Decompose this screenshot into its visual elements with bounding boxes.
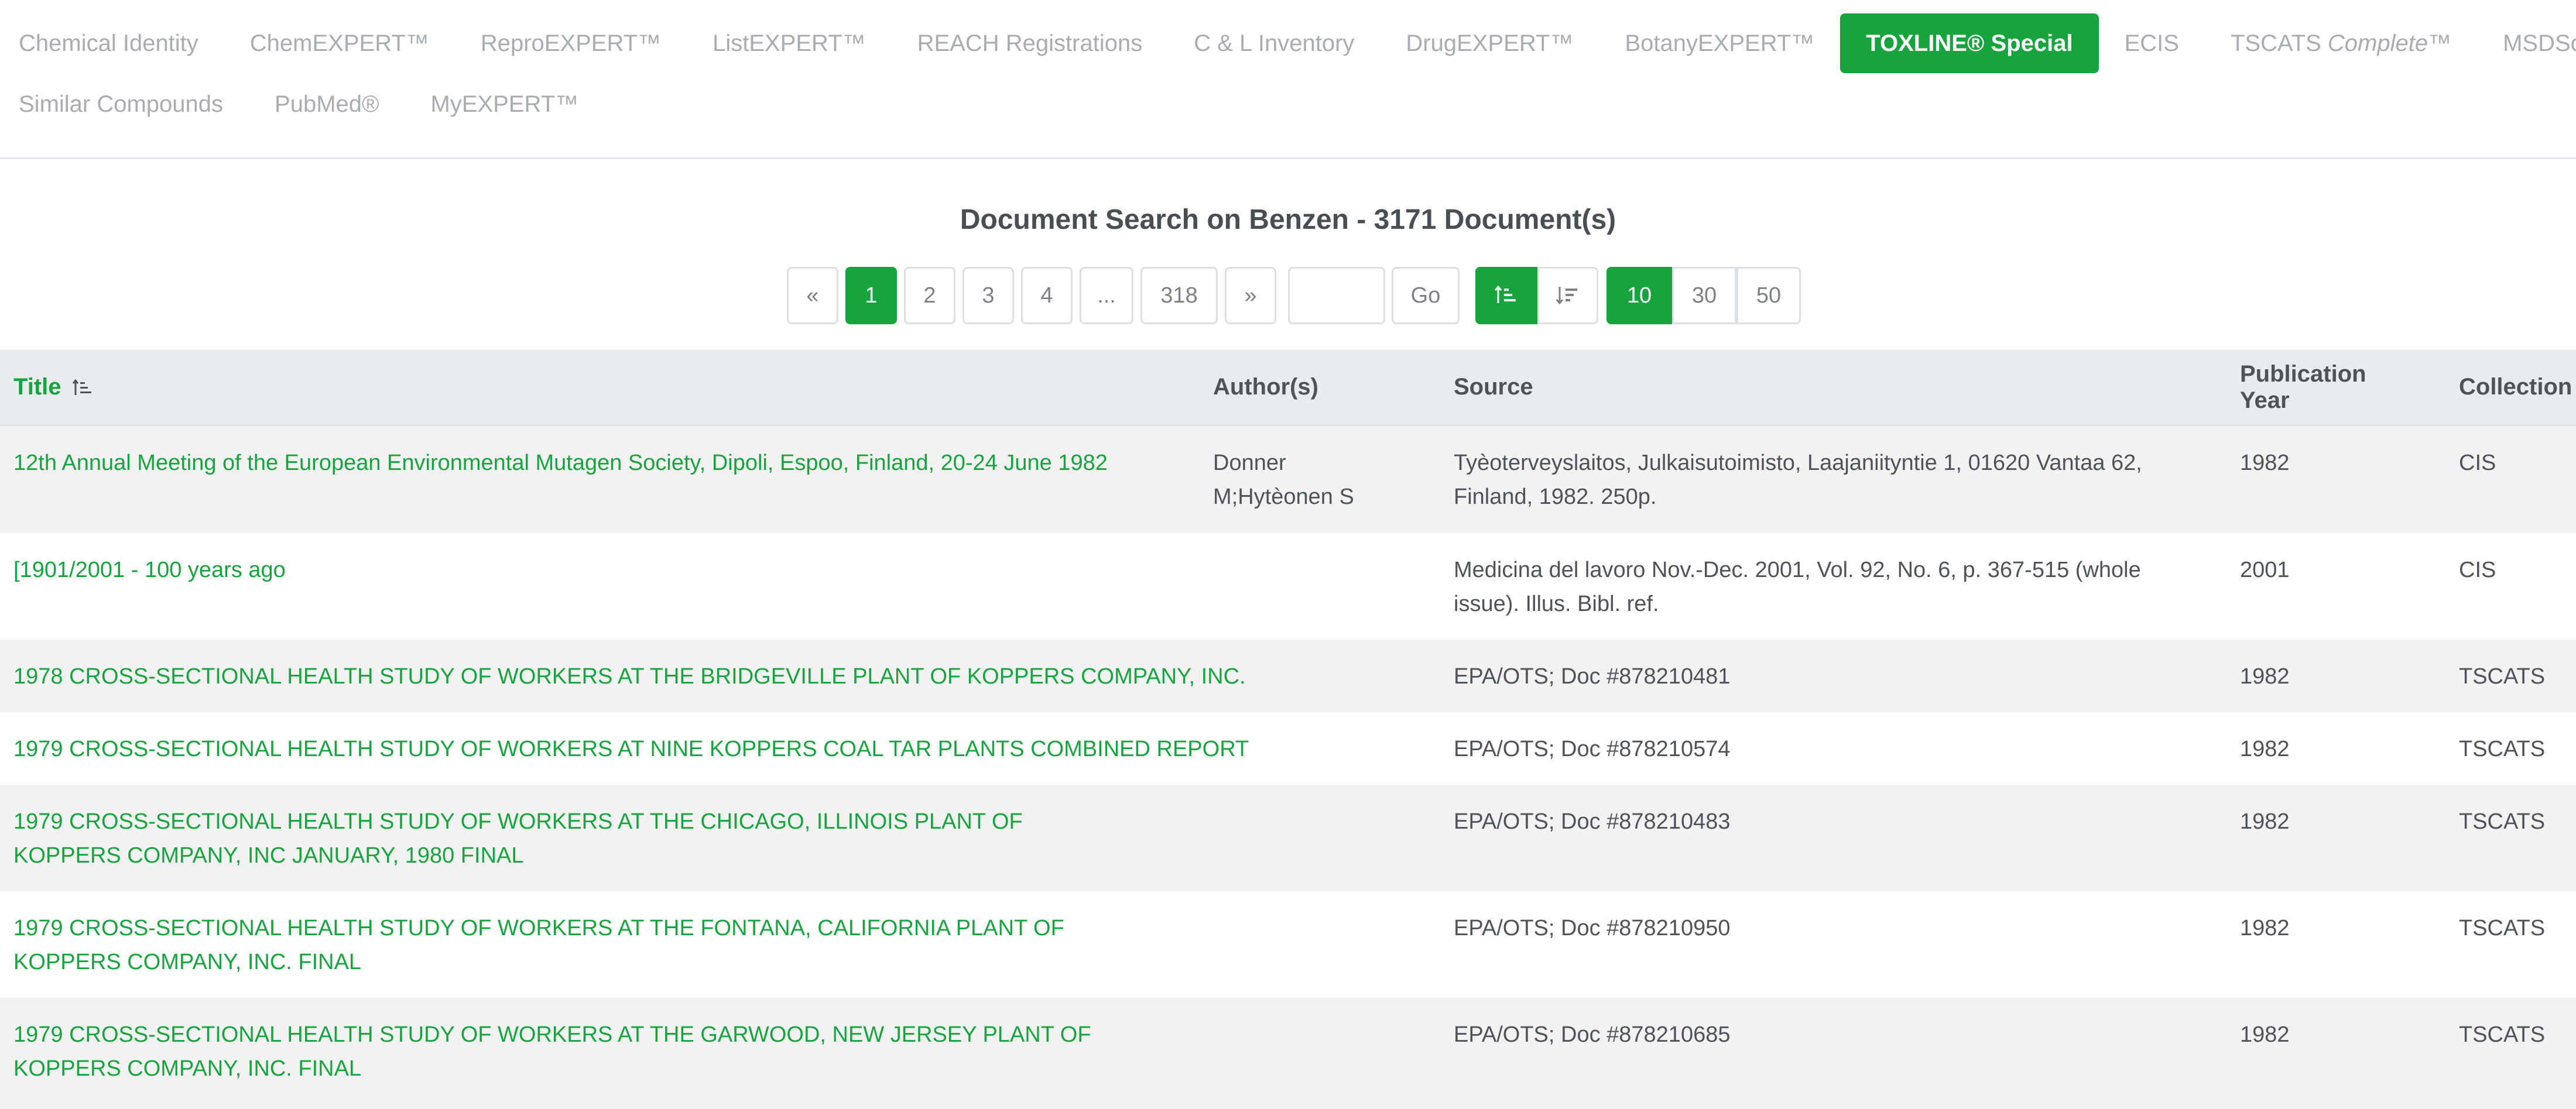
row-source: EPA/OTS; Doc #878210685 <box>1454 1022 1731 1047</box>
row-title-link[interactable]: 1979 CROSS-SECTIONAL HEALTH STUDY OF WOR… <box>13 785 1091 873</box>
sort-ascending-icon <box>72 379 91 396</box>
row-source: EPA/OTS; Doc #878210574 <box>1454 737 1731 761</box>
tab-similar-compounds[interactable]: Similar Compounds <box>0 74 249 134</box>
pagination-page-button[interactable]: 3 <box>962 267 1014 324</box>
pagination-page-button[interactable]: 2 <box>904 267 955 324</box>
row-title-link[interactable]: 12th Annual Meeting of the European Envi… <box>13 426 1202 480</box>
row-title-link[interactable]: 1978 CROSS-SECTIONAL HEALTH STUDY OF WOR… <box>13 640 1246 693</box>
row-year: 1982 <box>2240 451 2290 475</box>
row-year: 1982 <box>2240 809 2290 834</box>
row-source: EPA/OTS; Doc #878210950 <box>1454 916 1731 940</box>
tab-botanyexpert[interactable]: BotanyEXPERT™ <box>1599 13 1840 73</box>
tab-tscats-complete[interactable]: TSCATS Complete ™ <box>2205 13 2477 73</box>
table-header: Title Author(s) Source Publication Year … <box>0 350 2576 426</box>
page-size-group: 10 30 50 <box>1606 267 1801 324</box>
row-collection: CIS <box>2459 558 2496 582</box>
row-authors <box>1213 998 1389 1018</box>
pagination-next-button[interactable]: » <box>1225 267 1276 324</box>
row-authors <box>1213 533 1389 553</box>
tab-pubmed[interactable]: PubMed® <box>249 74 405 134</box>
tab-tscats-label-b: Complete <box>2327 30 2428 56</box>
pagination-last-page-button[interactable]: 318 <box>1140 267 1218 324</box>
row-title-link[interactable]: 1979 CROSS-SECTIONAL HEALTH STUDY OF WOR… <box>13 891 1138 979</box>
nav-row-1: Chemical Identity ChemEXPERT™ ReproEXPER… <box>0 13 2576 74</box>
row-title-link[interactable]: 1979 CROSS-SECTIONAL HEALTH STUDY OF WOR… <box>13 998 1149 1086</box>
tab-tscats-label-c: ™ <box>2428 30 2452 56</box>
results-table: Title Author(s) Source Publication Year … <box>0 350 2576 1109</box>
sort-ascending-icon <box>1495 286 1516 303</box>
top-navigation: Chemical Identity ChemEXPERT™ ReproEXPER… <box>0 0 2576 159</box>
row-year: 1982 <box>2240 664 2290 689</box>
page-size-50-button[interactable]: 50 <box>1736 267 1801 324</box>
page-number-input[interactable] <box>1288 267 1385 324</box>
row-authors: Donner M;Hytèonen S <box>1213 451 1354 509</box>
row-source: Tyèoterveyslaitos, Julkaisutoimisto, Laa… <box>1454 451 2142 509</box>
go-button[interactable]: Go <box>1392 267 1460 324</box>
column-header-collection[interactable]: Collection <box>2459 374 2576 400</box>
tab-reproexpert[interactable]: ReproEXPERT™ <box>455 13 687 73</box>
tab-ecis[interactable]: ECIS <box>2099 13 2205 73</box>
pagination-page-button[interactable]: 1 <box>845 267 897 324</box>
tab-toxline-special[interactable]: TOXLINE® Special <box>1840 13 2099 73</box>
row-collection: TSCATS <box>2459 1022 2546 1047</box>
tab-tscats-label-a: TSCATS <box>2230 30 2328 56</box>
page-title: Document Search on Benzen - 3171 Documen… <box>960 204 1616 235</box>
sort-ascending-button[interactable] <box>1475 267 1537 324</box>
row-collection: TSCATS <box>2459 664 2546 689</box>
tab-chemical-identity[interactable]: Chemical Identity <box>0 13 224 73</box>
column-header-source[interactable]: Source <box>1454 374 2186 400</box>
pagination-prev-button[interactable]: « <box>787 267 838 324</box>
row-source: EPA/OTS; Doc #878210481 <box>1454 664 1731 689</box>
column-header-authors[interactable]: Author(s) <box>1213 374 1389 400</box>
column-header-title-label: Title <box>13 374 61 400</box>
table-row: 1979 CROSS-SECTIONAL HEALTH STUDY OF WOR… <box>0 712 2576 785</box>
tab-cl-inventory[interactable]: C & L Inventory <box>1168 13 1380 73</box>
row-title-link[interactable]: [1901/2001 - 100 years ago <box>13 533 1202 587</box>
row-authors <box>1213 891 1389 911</box>
pagination-page-button[interactable]: 4 <box>1021 267 1073 324</box>
row-title-link[interactable]: 1979 CROSS-SECTIONAL HEALTH STUDY OF WOR… <box>13 712 1249 766</box>
table-row: 1979 CROSS-SECTIONAL HEALTH STUDY OF WOR… <box>0 891 2576 998</box>
table-row: 1979 CROSS-SECTIONAL HEALTH STUDY OF WOR… <box>0 998 2576 1109</box>
column-header-title[interactable]: Title <box>13 374 1202 400</box>
tab-chemexpert[interactable]: ChemEXPERT™ <box>224 13 455 73</box>
sort-descending-icon <box>1556 287 1577 305</box>
tab-msdsonline[interactable]: MSDSonline® <box>2477 13 2576 73</box>
page-size-30-button[interactable]: 30 <box>1672 267 1736 324</box>
row-collection: TSCATS <box>2459 809 2546 834</box>
row-source: Medicina del lavoro Nov.-Dec. 2001, Vol.… <box>1454 558 2141 616</box>
tab-drugexpert[interactable]: DrugEXPERT™ <box>1380 13 1599 73</box>
tab-reach-registrations[interactable]: REACH Registrations <box>892 13 1169 73</box>
table-row: 12th Annual Meeting of the European Envi… <box>0 426 2576 533</box>
row-authors <box>1213 712 1389 732</box>
column-header-year[interactable]: Publication Year <box>2240 361 2416 414</box>
table-row: 1978 CROSS-SECTIONAL HEALTH STUDY OF WOR… <box>0 640 2576 712</box>
results-toolbar: « 1 2 3 4 ... 318 » Go 10 30 50 <box>0 267 2576 328</box>
row-source: EPA/OTS; Doc #878210483 <box>1454 809 1731 834</box>
table-row: 1979 CROSS-SECTIONAL HEALTH STUDY OF WOR… <box>0 785 2576 891</box>
page-size-10-button[interactable]: 10 <box>1606 267 1672 324</box>
row-year: 2001 <box>2240 558 2290 582</box>
table-row: [1901/2001 - 100 years ago Medicina del … <box>0 533 2576 640</box>
row-collection: TSCATS <box>2459 737 2546 761</box>
nav-row-2: Similar Compounds PubMed® MyEXPERT™ <box>0 74 2576 135</box>
row-collection: TSCATS <box>2459 916 2546 940</box>
pagination-ellipsis: ... <box>1080 267 1133 324</box>
row-year: 1982 <box>2240 1022 2290 1047</box>
tab-listexpert[interactable]: ListEXPERT™ <box>687 13 892 73</box>
row-year: 1982 <box>2240 916 2290 940</box>
row-year: 1982 <box>2240 737 2290 761</box>
tab-myexpert[interactable]: MyEXPERT™ <box>405 74 605 134</box>
row-authors <box>1213 640 1389 660</box>
sort-order-group <box>1475 267 1598 324</box>
row-authors <box>1213 785 1389 805</box>
row-collection: CIS <box>2459 451 2496 475</box>
sort-descending-button[interactable] <box>1537 267 1598 324</box>
